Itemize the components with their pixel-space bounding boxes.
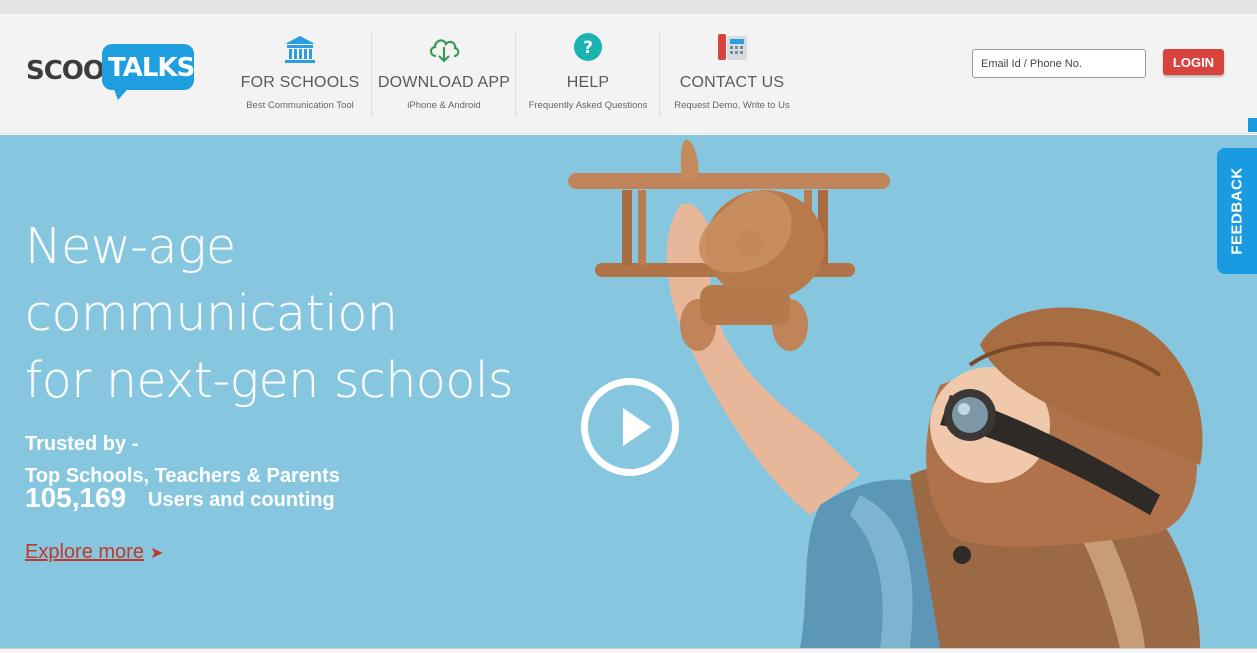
feedback-tab-edge: [1248, 118, 1257, 132]
email-phone-input[interactable]: [972, 49, 1146, 78]
nav-divider: [371, 33, 372, 117]
svg-text:?: ?: [583, 38, 593, 58]
feedback-tab[interactable]: FEEDBACK: [1217, 148, 1257, 274]
explore-more-label: Explore more: [25, 541, 144, 563]
user-count-label: Users and counting: [148, 489, 335, 511]
feedback-label: FEEDBACK: [1228, 167, 1246, 255]
scootalks-logo[interactable]: SCOO TALKS: [24, 44, 199, 106]
user-count: 105,169: [25, 482, 127, 513]
login-button[interactable]: LOGIN: [1163, 49, 1224, 75]
play-video-button[interactable]: [581, 378, 679, 476]
school-building-icon: [285, 36, 315, 63]
nav-download-app-subtitle: iPhone & Android: [407, 100, 481, 111]
nav-help-subtitle: Frequently Asked Questions: [528, 100, 648, 111]
hero-headline: New-age communication for next-gen schoo…: [25, 213, 514, 414]
nav-contact-us-title: CONTACT US: [679, 74, 785, 91]
nav-divider: [659, 33, 660, 117]
hero-banner: New-age communication for next-gen schoo…: [0, 135, 1257, 648]
question-circle-icon: ?: [574, 33, 602, 61]
cloud-download-icon: [429, 39, 460, 63]
phone-icon: [718, 34, 747, 60]
hero-headline-line-1: New-age: [25, 218, 236, 275]
nav-for-schools-subtitle: Best Communication Tool: [246, 100, 354, 111]
explore-more-link[interactable]: Explore more ➤: [25, 541, 163, 564]
play-icon: [623, 408, 651, 446]
hero-headline-line-2: communication: [25, 285, 398, 342]
trusted-by-label: Trusted by -: [25, 433, 139, 455]
bottom-strip: [0, 648, 1257, 653]
hero-headline-line-3: for next-gen schools: [25, 352, 514, 409]
logo-bubble-tail: [112, 84, 132, 100]
nav-contact-us-subtitle: Request Demo, Write to Us: [674, 100, 790, 111]
nav-for-schools-title: FOR SCHOOLS: [240, 74, 360, 91]
logo-text-scoo: SCOO: [26, 56, 105, 86]
nav-help[interactable]: ? HELP Frequently Asked Questions: [518, 0, 658, 120]
nav-download-app-title: DOWNLOAD APP: [377, 74, 511, 91]
nav-contact-us[interactable]: CONTACT US Request Demo, Write to Us: [662, 0, 802, 120]
nav-for-schools[interactable]: FOR SCHOOLS Best Communication Tool: [230, 0, 370, 120]
nav-download-app[interactable]: DOWNLOAD APP iPhone & Android: [374, 0, 514, 120]
arrow-right-icon: ➤: [149, 545, 164, 562]
nav-help-title: HELP: [566, 74, 610, 91]
logo-text-talks: TALKS: [108, 53, 195, 83]
nav-divider: [515, 33, 516, 117]
